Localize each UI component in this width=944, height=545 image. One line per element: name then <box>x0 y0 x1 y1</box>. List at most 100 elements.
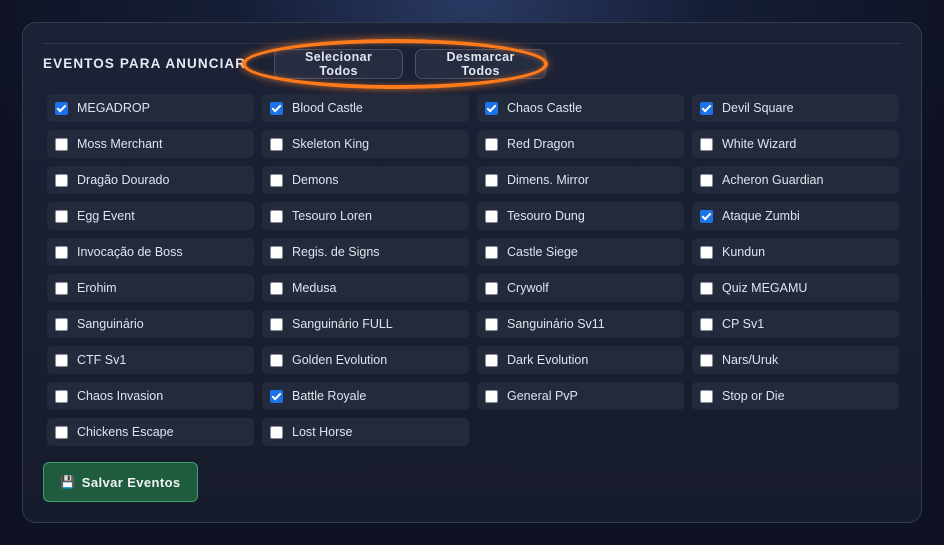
event-item[interactable]: Lost Horse <box>262 418 469 446</box>
event-label: Erohim <box>77 281 117 295</box>
panel-divider <box>43 43 901 44</box>
event-checkbox[interactable] <box>700 101 713 115</box>
event-item[interactable]: White Wizard <box>692 130 899 158</box>
event-item[interactable]: Sanguinário <box>47 310 254 338</box>
event-item[interactable]: MEGADROP <box>47 94 254 122</box>
event-item[interactable]: Castle Siege <box>477 238 684 266</box>
event-checkbox[interactable] <box>270 173 283 187</box>
event-checkbox[interactable] <box>55 281 68 295</box>
select-all-button[interactable]: Selecionar Todos <box>274 48 404 79</box>
event-item[interactable]: Nars/Uruk <box>692 346 899 374</box>
event-checkbox[interactable] <box>485 389 498 403</box>
event-item[interactable]: Battle Royale <box>262 382 469 410</box>
event-item[interactable]: Blood Castle <box>262 94 469 122</box>
event-label: Invocação de Boss <box>77 245 183 259</box>
event-checkbox[interactable] <box>270 425 283 439</box>
event-checkbox[interactable] <box>700 245 713 259</box>
event-item[interactable]: CP Sv1 <box>692 310 899 338</box>
event-checkbox[interactable] <box>485 101 498 115</box>
event-checkbox[interactable] <box>55 209 68 223</box>
event-item[interactable]: General PvP <box>477 382 684 410</box>
event-item[interactable]: Ataque Zumbi <box>692 202 899 230</box>
event-label: White Wizard <box>722 137 797 151</box>
event-item[interactable]: Sanguinário Sv11 <box>477 310 684 338</box>
event-label: Tesouro Loren <box>292 209 372 223</box>
event-checkbox[interactable] <box>485 317 498 331</box>
event-item[interactable]: Egg Event <box>47 202 254 230</box>
event-item[interactable]: Tesouro Loren <box>262 202 469 230</box>
event-checkbox[interactable] <box>700 137 713 151</box>
event-item[interactable]: Sanguinário FULL <box>262 310 469 338</box>
event-checkbox[interactable] <box>55 137 68 151</box>
event-item[interactable]: Kundun <box>692 238 899 266</box>
event-checkbox[interactable] <box>485 281 498 295</box>
event-item[interactable]: Regis. de Signs <box>262 238 469 266</box>
event-checkbox[interactable] <box>55 173 68 187</box>
event-item[interactable]: Tesouro Dung <box>477 202 684 230</box>
event-item[interactable]: Devil Square <box>692 94 899 122</box>
event-label: Chaos Invasion <box>77 389 164 403</box>
event-checkbox[interactable] <box>700 317 713 331</box>
event-label: Chaos Castle <box>507 101 583 115</box>
event-label: Lost Horse <box>292 425 353 439</box>
event-checkbox[interactable] <box>55 353 68 367</box>
event-checkbox[interactable] <box>700 353 713 367</box>
event-item[interactable]: Erohim <box>47 274 254 302</box>
event-item[interactable]: CTF Sv1 <box>47 346 254 374</box>
event-checkbox[interactable] <box>485 137 498 151</box>
event-checkbox[interactable] <box>700 173 713 187</box>
event-item[interactable]: Quiz MEGAMU <box>692 274 899 302</box>
event-item[interactable]: Golden Evolution <box>262 346 469 374</box>
event-checkbox[interactable] <box>270 353 283 367</box>
event-checkbox[interactable] <box>270 101 283 115</box>
event-checkbox[interactable] <box>485 353 498 367</box>
event-label: CP Sv1 <box>722 317 765 331</box>
event-checkbox[interactable] <box>55 317 68 331</box>
event-label: Dragão Dourado <box>77 173 170 187</box>
event-item[interactable]: Acheron Guardian <box>692 166 899 194</box>
event-item[interactable]: Medusa <box>262 274 469 302</box>
event-label: Red Dragon <box>507 137 575 151</box>
unselect-all-button[interactable]: Desmarcar Todos <box>415 48 547 79</box>
event-checkbox[interactable] <box>55 101 68 115</box>
event-item[interactable]: Invocação de Boss <box>47 238 254 266</box>
event-checkbox[interactable] <box>700 389 713 403</box>
event-checkbox[interactable] <box>270 281 283 295</box>
event-checkbox[interactable] <box>270 245 283 259</box>
event-label: Egg Event <box>77 209 135 223</box>
event-checkbox[interactable] <box>55 389 68 403</box>
event-checkbox[interactable] <box>55 425 68 439</box>
event-label: Battle Royale <box>292 389 367 403</box>
event-label: Regis. de Signs <box>292 245 380 259</box>
event-checkbox[interactable] <box>270 137 283 151</box>
event-item[interactable]: Dragão Dourado <box>47 166 254 194</box>
event-checkbox[interactable] <box>270 389 283 403</box>
save-events-label: Salvar Eventos <box>81 474 181 490</box>
event-checkbox[interactable] <box>485 209 498 223</box>
event-item[interactable]: Moss Merchant <box>47 130 254 158</box>
section-title: EVENTOS PARA ANUNCIAR <box>43 56 247 71</box>
event-checkbox[interactable] <box>485 245 498 259</box>
event-label: MEGADROP <box>77 101 150 115</box>
event-item[interactable]: Dimens. Mirror <box>477 166 684 194</box>
event-label: Golden Evolution <box>292 353 388 367</box>
event-item[interactable]: Crywolf <box>477 274 684 302</box>
event-label: Blood Castle <box>292 101 363 115</box>
event-item[interactable]: Dark Evolution <box>477 346 684 374</box>
event-label: Sanguinário Sv11 <box>507 317 605 331</box>
event-item[interactable]: Stop or Die <box>692 382 899 410</box>
event-item[interactable]: Chickens Escape <box>47 418 254 446</box>
save-events-button[interactable]: 💾 Salvar Eventos <box>43 462 198 502</box>
event-label: Dark Evolution <box>507 353 589 367</box>
event-item[interactable]: Demons <box>262 166 469 194</box>
event-checkbox[interactable] <box>700 209 713 223</box>
event-item[interactable]: Chaos Invasion <box>47 382 254 410</box>
event-checkbox[interactable] <box>55 245 68 259</box>
event-checkbox[interactable] <box>485 173 498 187</box>
event-item[interactable]: Chaos Castle <box>477 94 684 122</box>
event-item[interactable]: Red Dragon <box>477 130 684 158</box>
event-checkbox[interactable] <box>270 317 283 331</box>
event-item[interactable]: Skeleton King <box>262 130 469 158</box>
event-checkbox[interactable] <box>270 209 283 223</box>
event-checkbox[interactable] <box>700 281 713 295</box>
